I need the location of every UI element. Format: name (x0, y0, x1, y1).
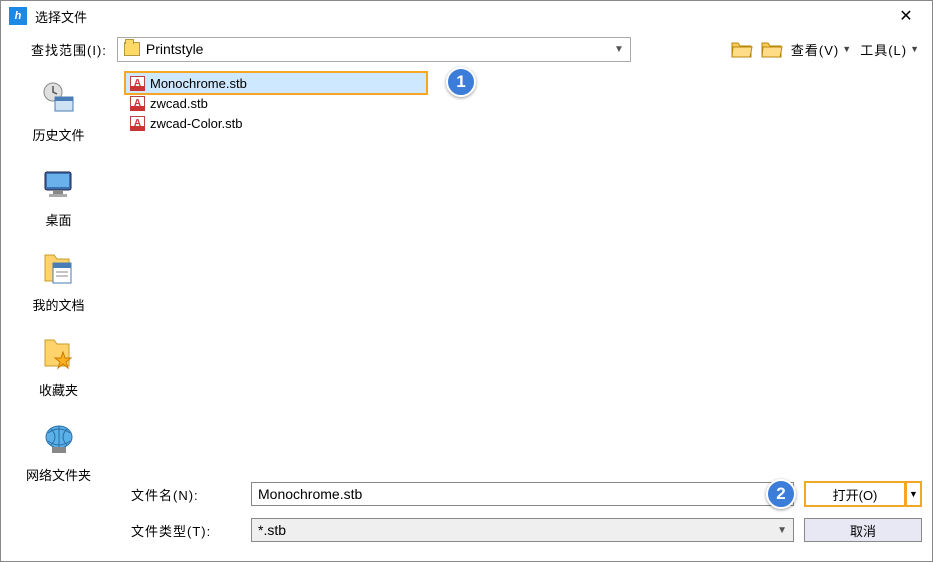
bottom-panel: 文件名(N): Monochrome.stb 2 打开(O) ▼ 文件类型(T)… (131, 479, 922, 551)
file-name: zwcad.stb (150, 96, 208, 111)
documents-icon (39, 249, 79, 289)
toolbar-buttons: 查看(V)▼ 工具(L)▼ (731, 40, 920, 59)
file-item[interactable]: Monochrome.stb (126, 73, 426, 93)
file-name: Monochrome.stb (150, 76, 247, 91)
sidebar-item-desktop[interactable]: 桌面 (1, 158, 116, 239)
app-icon: h (9, 7, 27, 25)
stb-file-icon (130, 116, 145, 131)
sidebar-item-label: 我的文档 (32, 295, 84, 314)
file-item[interactable]: zwcad.stb (126, 93, 922, 113)
view-button[interactable]: 查看(V)▼ (791, 40, 852, 59)
file-name: zwcad-Color.stb (150, 116, 242, 131)
file-list: Monochrome.stb zwcad.stb zwcad-Color.stb… (116, 67, 932, 527)
callout-1: 1 (446, 67, 476, 97)
look-in-row: 查找范围(I): Printstyle ▼ 查看(V)▼ 工具(L)▼ (1, 31, 932, 67)
tools-button[interactable]: 工具(L)▼ (860, 40, 920, 59)
file-name-label: 文件名(N): (131, 485, 251, 504)
callout-2: 2 (766, 479, 796, 509)
favorites-icon (39, 334, 79, 374)
places-sidebar: 历史文件 桌面 我的文档 收藏夹 网络文件夹 (1, 67, 116, 527)
sidebar-item-documents[interactable]: 我的文档 (1, 243, 116, 324)
history-icon (39, 79, 79, 119)
chevron-down-icon: ▼ (842, 44, 852, 54)
file-item[interactable]: zwcad-Color.stb (126, 113, 922, 133)
sidebar-item-label: 网络文件夹 (26, 465, 91, 484)
titlebar: h 选择文件 ✕ (1, 1, 932, 31)
sidebar-item-label: 收藏夹 (39, 380, 78, 399)
up-folder-icon[interactable] (731, 41, 753, 57)
cancel-button[interactable]: 取消 (804, 518, 922, 542)
window-title: 选择文件 (35, 7, 888, 26)
open-split-button[interactable]: ▼ (906, 481, 922, 507)
open-button[interactable]: 打开(O) (804, 481, 906, 507)
look-in-value: Printstyle (146, 41, 204, 57)
file-type-label: 文件类型(T): (131, 521, 251, 540)
look-in-label: 查找范围(I): (31, 40, 107, 59)
sidebar-item-network[interactable]: 网络文件夹 (1, 413, 116, 494)
file-name-input[interactable]: Monochrome.stb (251, 482, 794, 506)
new-folder-icon[interactable] (761, 41, 783, 57)
file-type-combo[interactable]: *.stb ▼ (251, 518, 794, 542)
sidebar-item-history[interactable]: 历史文件 (1, 73, 116, 154)
close-button[interactable]: ✕ (888, 3, 924, 29)
look-in-combo[interactable]: Printstyle ▼ (117, 37, 631, 62)
sidebar-item-label: 历史文件 (32, 125, 84, 144)
chevron-down-icon: ▼ (614, 44, 624, 55)
desktop-icon (39, 164, 79, 204)
network-icon (39, 419, 79, 459)
stb-file-icon (130, 76, 145, 91)
chevron-down-icon: ▼ (910, 44, 920, 54)
folder-icon (124, 42, 140, 56)
chevron-down-icon: ▼ (777, 525, 787, 536)
stb-file-icon (130, 96, 145, 111)
sidebar-item-label: 桌面 (45, 210, 71, 229)
sidebar-item-favorites[interactable]: 收藏夹 (1, 328, 116, 409)
